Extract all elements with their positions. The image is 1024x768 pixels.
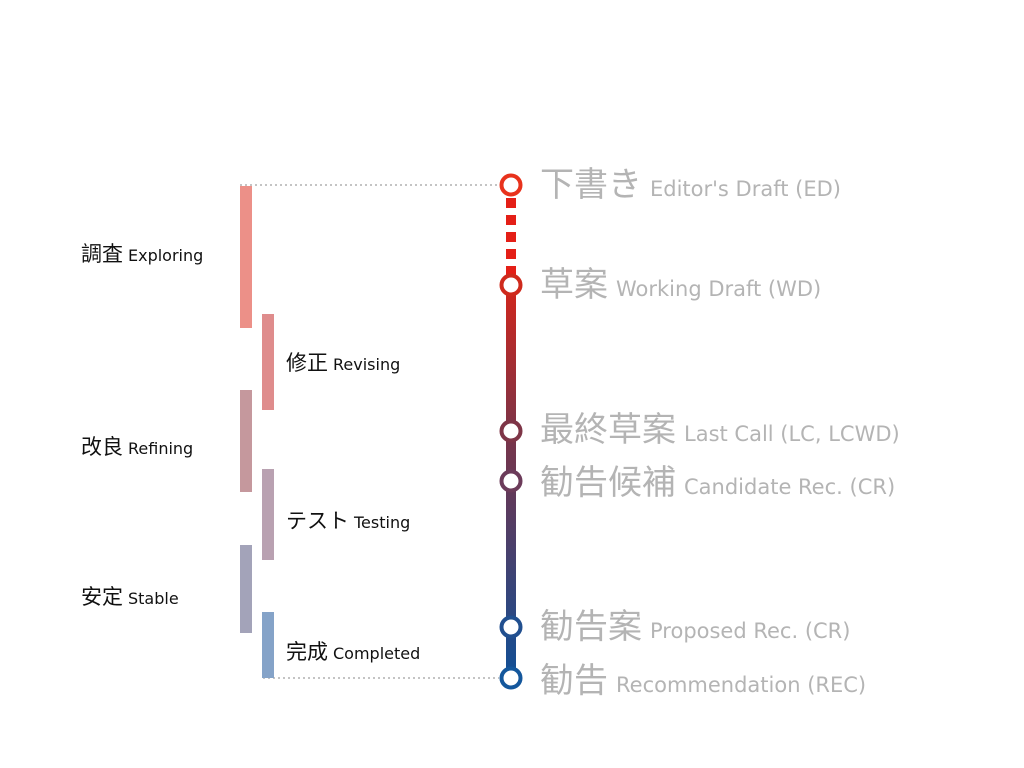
stage-en: Editor's Draft (ED) — [650, 177, 841, 201]
phase-bar-exploring — [240, 186, 252, 328]
maturity-diagram — [240, 173, 523, 690]
stage-ja: 草案 — [540, 265, 608, 305]
stage-en: Proposed Rec. (CR) — [650, 619, 851, 643]
stage-en: Last Call (LC, LCWD) — [684, 422, 900, 446]
phase-ja: 調査 — [81, 242, 123, 266]
stage-node-wd — [499, 273, 523, 297]
phase-ja: テスト — [286, 509, 349, 533]
phase-en: Stable — [128, 589, 179, 608]
phase-en: Revising — [333, 355, 401, 374]
stage-node-pr — [499, 615, 523, 639]
phase-ja: 完成 — [286, 640, 328, 664]
phase-en: Testing — [354, 513, 411, 532]
stage-en: Working Draft (WD) — [616, 277, 822, 301]
phase-bar-testing — [262, 469, 274, 560]
phase-label-revising: 修正 Revising — [286, 347, 400, 377]
phase-ja: 修正 — [286, 351, 328, 375]
phase-label-exploring: 調査 Exploring — [81, 238, 203, 268]
stage-label-wd: 草案 Working Draft (WD) — [540, 268, 821, 302]
stage-node-rec — [499, 666, 523, 690]
phase-bar-stable — [240, 545, 252, 633]
phase-ja: 安定 — [81, 585, 123, 609]
stage-label-pr: 勧告案 Proposed Rec. (CR) — [540, 610, 850, 644]
phase-label-testing: テスト Testing — [286, 505, 410, 535]
stage-node-cr — [499, 469, 523, 493]
stage-node-lc — [499, 419, 523, 443]
stage-en: Candidate Rec. (CR) — [684, 475, 896, 499]
phase-label-stable: 安定 Stable — [81, 581, 179, 611]
phase-bar-refining — [240, 390, 252, 492]
phase-en: Refining — [128, 439, 194, 458]
phase-en: Exploring — [128, 246, 204, 265]
stage-label-lc: 最終草案 Last Call (LC, LCWD) — [540, 413, 900, 447]
stage-ja: 下書き — [540, 165, 642, 205]
stage-en: Recommendation (REC) — [616, 673, 867, 697]
phase-en: Completed — [333, 644, 421, 663]
phase-label-completed: 完成 Completed — [286, 636, 420, 666]
stage-ja: 勧告案 — [540, 607, 642, 647]
stage-ja: 勧告 — [540, 661, 608, 701]
stage-ja: 最終草案 — [540, 410, 676, 450]
phase-bar-completed — [262, 612, 274, 678]
stage-label-rec: 勧告 Recommendation (REC) — [540, 664, 866, 698]
stage-label-cr: 勧告候補 Candidate Rec. (CR) — [540, 466, 895, 500]
stage-label-ed: 下書き Editor's Draft (ED) — [540, 168, 841, 202]
stage-ja: 勧告候補 — [540, 463, 676, 503]
phase-ja: 改良 — [81, 435, 123, 459]
phase-label-refining: 改良 Refining — [81, 431, 193, 461]
stage-node-ed — [499, 173, 523, 197]
phase-bar-revising — [262, 314, 274, 410]
